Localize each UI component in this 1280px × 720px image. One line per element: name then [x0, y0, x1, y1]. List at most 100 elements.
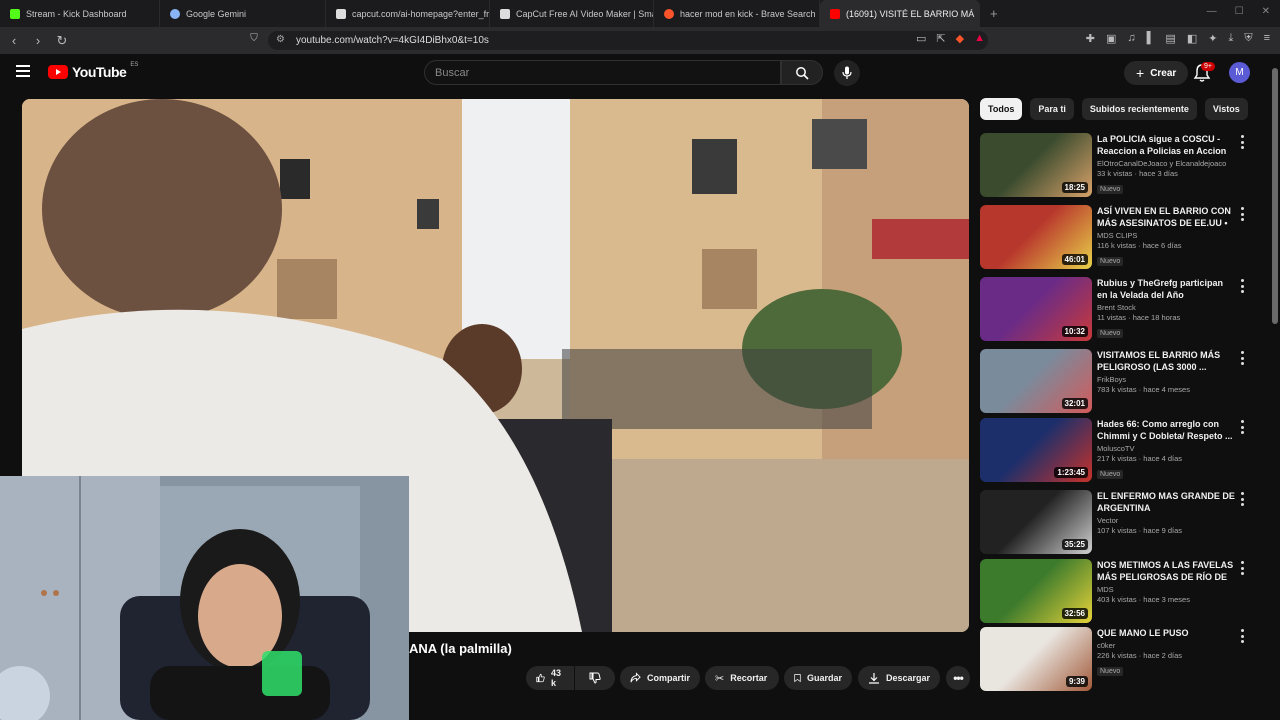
- more-vertical-icon[interactable]: [1238, 279, 1246, 293]
- related-video-item[interactable]: 32:01 VISITAMOS EL BARRIO MÁS PELIGROSO (…: [980, 349, 1250, 415]
- avatar-letter: M: [1235, 67, 1244, 78]
- video-thumbnail[interactable]: 10:32: [980, 277, 1092, 341]
- video-thumbnail[interactable]: 32:01: [980, 349, 1092, 413]
- share-icon[interactable]: ⇱: [936, 32, 945, 45]
- thumbs-down-icon: [589, 672, 601, 684]
- download-button[interactable]: Descargar: [858, 666, 940, 690]
- brave-shields-icon[interactable]: ◆: [956, 32, 964, 45]
- chip-para-ti[interactable]: Para ti: [1030, 98, 1074, 120]
- related-video-title[interactable]: NOS METIMOS A LAS FAVELAS MÁS PELIGROSAS…: [1097, 559, 1235, 583]
- wallet-icon[interactable]: ▤: [1165, 32, 1175, 45]
- close-window-icon[interactable]: ✕: [1262, 6, 1270, 17]
- minimize-icon[interactable]: —: [1207, 6, 1217, 17]
- save-button[interactable]: Guardar: [784, 666, 852, 690]
- plus-icon: +: [1136, 65, 1145, 81]
- related-video-title[interactable]: Rubius y TheGrefg participan en la Velad…: [1097, 277, 1235, 301]
- channel-name[interactable]: MDS: [1097, 585, 1235, 594]
- share-label: Compartir: [646, 673, 690, 683]
- search-button[interactable]: [781, 60, 823, 85]
- more-vertical-icon[interactable]: [1238, 420, 1246, 434]
- related-filter-chips: Todos Para ti Subidos recientemente Vist…: [980, 98, 1248, 120]
- chip-todos[interactable]: Todos: [980, 98, 1023, 120]
- related-video-item[interactable]: 10:32 Rubius y TheGrefg participan en la …: [980, 277, 1250, 343]
- search-input[interactable]: Buscar: [424, 60, 781, 85]
- channel-name[interactable]: c0ker: [1097, 641, 1235, 650]
- channel-name[interactable]: FrikBoys: [1097, 375, 1235, 384]
- gemini-favicon-icon: [170, 8, 180, 19]
- browser-tab-brave-search[interactable]: hacer mod en kick - Brave Search: [654, 0, 820, 27]
- site-info-icon[interactable]: ⚙: [276, 34, 285, 45]
- more-vertical-icon[interactable]: [1238, 629, 1246, 643]
- voice-search-button[interactable]: [834, 60, 860, 86]
- related-video-item[interactable]: 1:23:45 Hades 66: Como arreglo con Chimmi…: [980, 418, 1250, 484]
- video-thumbnail[interactable]: 1:23:45: [980, 418, 1092, 482]
- browser-tab-capcut-home[interactable]: capcut.com/ai-homepage?enter_fro: [326, 0, 490, 27]
- video-thumbnail[interactable]: 32:56: [980, 559, 1092, 623]
- like-button[interactable]: 43 k: [526, 666, 574, 690]
- leo-ai-icon[interactable]: ✦: [1208, 32, 1217, 45]
- share-button[interactable]: Compartir: [620, 666, 700, 690]
- related-video-title[interactable]: La POLICIA sigue a COSCU - Reaccion a Po…: [1097, 133, 1235, 157]
- related-video-title[interactable]: QUE MANO LE PUSO: [1097, 627, 1235, 639]
- chip-vistos[interactable]: Vistos: [1204, 98, 1248, 120]
- related-video-title[interactable]: ASÍ VIVEN EN EL BARRIO CON MÁS ASESINATO…: [1097, 205, 1235, 229]
- video-thumbnail[interactable]: 46:01: [980, 205, 1092, 269]
- video-thumbnail[interactable]: 18:25: [980, 133, 1092, 197]
- related-video-title[interactable]: EL ENFERMO MAS GRANDE DE ARGENTINA: [1097, 490, 1235, 514]
- browser-tab-youtube-active[interactable]: (16091) VISITÉ EL BARRIO MÁ ✕: [820, 0, 980, 27]
- channel-name[interactable]: Brent Stock: [1097, 303, 1235, 312]
- related-video-title[interactable]: Hades 66: Como arreglo con Chimmi y C Do…: [1097, 418, 1235, 442]
- dislike-button[interactable]: [575, 666, 615, 690]
- related-video-item[interactable]: 35:25 EL ENFERMO MAS GRANDE DE ARGENTINA V…: [980, 490, 1250, 556]
- screenshot-icon[interactable]: ▣: [1106, 32, 1116, 45]
- channel-name[interactable]: Vector: [1097, 516, 1235, 525]
- hamburger-menu-icon[interactable]: [16, 65, 30, 77]
- user-avatar[interactable]: M: [1229, 62, 1250, 83]
- address-bar[interactable]: ⚙ youtube.com/watch?v=4kGI4DiBhx0&t=10s: [268, 31, 988, 50]
- more-vertical-icon[interactable]: [1238, 207, 1246, 221]
- clip-label: Recortar: [730, 673, 768, 683]
- back-icon[interactable]: ‹: [4, 33, 24, 48]
- related-video-item[interactable]: 18:25 La POLICIA sigue a COSCU - Reaccion…: [980, 133, 1250, 199]
- media-icon[interactable]: ♫: [1127, 32, 1135, 45]
- video-thumbnail[interactable]: 35:25: [980, 490, 1092, 554]
- forward-icon[interactable]: ›: [28, 33, 48, 48]
- browser-tab-gemini[interactable]: Google Gemini: [160, 0, 326, 27]
- browser-menu-icon[interactable]: ≡: [1264, 32, 1270, 45]
- tab-title: Stream - Kick Dashboard: [26, 8, 127, 19]
- maximize-icon[interactable]: ☐: [1235, 6, 1244, 17]
- page-scrollbar-thumb[interactable]: [1272, 68, 1278, 324]
- sidebar-icon[interactable]: ▌: [1147, 32, 1155, 45]
- video-thumbnail[interactable]: 9:39: [980, 627, 1092, 691]
- more-vertical-icon[interactable]: [1238, 351, 1246, 365]
- channel-name[interactable]: MDS CLIPS: [1097, 231, 1235, 240]
- more-actions-button[interactable]: •••: [946, 666, 970, 690]
- related-video-item[interactable]: 9:39 QUE MANO LE PUSO c0ker 226 k vistas · …: [980, 627, 1250, 693]
- download-icon[interactable]: ⤓: [1228, 32, 1233, 45]
- channel-name[interactable]: ElOtroCanalDeJoaco y Elcanaldejoaco: [1097, 159, 1235, 168]
- reload-icon[interactable]: ↻: [52, 33, 72, 49]
- search-placeholder: Buscar: [435, 66, 470, 79]
- vpn-icon[interactable]: ◧: [1187, 32, 1197, 45]
- chip-subidos-recientemente[interactable]: Subidos recientemente: [1081, 98, 1197, 120]
- more-vertical-icon[interactable]: [1238, 492, 1246, 506]
- brave-rewards-icon[interactable]: ▲: [974, 32, 985, 45]
- bookmark-icon[interactable]: ⛉: [244, 33, 264, 44]
- video-meta: QUE MANO LE PUSO c0ker 226 k vistas · hace…: [1097, 627, 1235, 678]
- related-video-item[interactable]: 32:56 NOS METIMOS A LAS FAVELAS MÁS PELIG…: [980, 559, 1250, 625]
- browser-tab-capcut-maker[interactable]: CapCut Free AI Video Maker | Smart: [490, 0, 654, 27]
- related-video-title[interactable]: VISITAMOS EL BARRIO MÁS PELIGROSO (LAS 3…: [1097, 349, 1235, 373]
- browser-tab-kick[interactable]: Stream - Kick Dashboard: [0, 0, 160, 27]
- more-horizontal-icon: •••: [953, 671, 964, 685]
- extensions-icon[interactable]: ✚: [1086, 32, 1095, 45]
- cast-icon[interactable]: ▭: [916, 32, 926, 45]
- more-vertical-icon[interactable]: [1238, 135, 1246, 149]
- related-video-item[interactable]: 46:01 ASÍ VIVEN EN EL BARRIO CON MÁS ASES…: [980, 205, 1250, 271]
- create-button[interactable]: + Crear: [1124, 61, 1189, 85]
- clip-button[interactable]: ✂ Recortar: [705, 666, 779, 690]
- shield-icon[interactable]: ⛨: [1244, 32, 1252, 45]
- new-tab-icon[interactable]: +: [980, 6, 1008, 21]
- channel-name[interactable]: MoluscoTV: [1097, 444, 1235, 453]
- more-vertical-icon[interactable]: [1238, 561, 1246, 575]
- youtube-logo[interactable]: YouTube ES: [48, 62, 138, 80]
